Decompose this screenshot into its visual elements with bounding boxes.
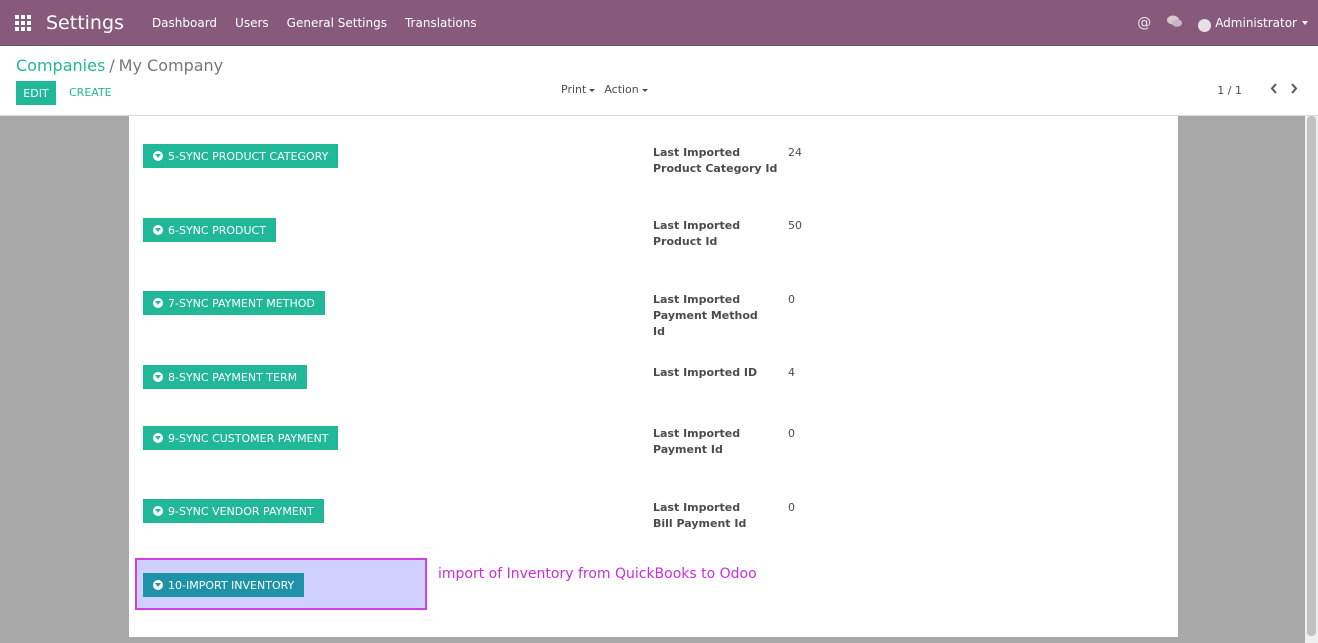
caret-down-icon [641, 88, 648, 92]
control-panel: Companies / My Company EDIT CREATE Print A… [0, 46, 1318, 116]
field-value: 0 [788, 501, 795, 514]
scrollbar-thumb[interactable] [1307, 116, 1316, 636]
download-icon [153, 151, 163, 161]
field-value: 4 [788, 366, 795, 379]
field-label: Last Imported ID [653, 366, 758, 379]
download-icon [153, 580, 163, 590]
print-dropdown[interactable]: Print [561, 83, 596, 96]
breadcrumb-companies[interactable]: Companies [16, 56, 105, 75]
sync-product-button[interactable]: 6-SYNC PRODUCT [143, 218, 276, 242]
field-label: Last Imported Payment Method Id [653, 293, 758, 338]
sync-payment-method-button[interactable]: 7-SYNC PAYMENT METHOD [143, 291, 325, 315]
user-avatar[interactable] [1198, 18, 1212, 32]
chevron-right-icon[interactable] [1290, 82, 1298, 98]
download-icon [153, 506, 163, 516]
action-dropdown[interactable]: Action [604, 83, 648, 96]
field-label: Last Imported Product Category Id [653, 146, 778, 175]
download-icon [153, 298, 163, 308]
chevron-down-icon[interactable] [1302, 21, 1308, 25]
chat-icon[interactable] [1167, 15, 1183, 32]
button-label: 5-SYNC PRODUCT CATEGORY [168, 149, 329, 163]
field-label: Last Imported Payment Id [653, 427, 741, 456]
field-value: 0 [788, 427, 795, 440]
button-label: 10-IMPORT INVENTORY [168, 578, 295, 592]
app-title: Settings [46, 11, 124, 34]
action-label: Action [604, 83, 639, 96]
button-label: 6-SYNC PRODUCT [168, 223, 266, 237]
chevron-left-icon[interactable] [1270, 82, 1278, 98]
sidebar-dropdowns: Print Action [561, 83, 657, 96]
button-label: 9-SYNC CUSTOMER PAYMENT [168, 431, 329, 445]
download-icon [153, 372, 163, 382]
button-label: 8-SYNC PAYMENT TERM [168, 370, 298, 384]
menu-users[interactable]: Users [235, 16, 269, 30]
pager-value[interactable]: 1 / 1 [1217, 84, 1242, 97]
user-menu[interactable]: Administrator [1215, 16, 1297, 30]
apps-grid-icon[interactable] [15, 14, 31, 31]
edit-button[interactable]: EDIT [16, 81, 56, 105]
annotation-text: import of Inventory from QuickBooks to O… [438, 566, 757, 582]
import-inventory-button[interactable]: 10-IMPORT INVENTORY [143, 573, 305, 597]
breadcrumb-current: My Company [118, 56, 224, 75]
sync-product-category-button[interactable]: 5-SYNC PRODUCT CATEGORY [143, 144, 339, 168]
field-value: 24 [788, 146, 802, 159]
field-label: Last Imported Bill Payment Id [653, 501, 747, 530]
button-label: 9-SYNC VENDOR PAYMENT [168, 504, 314, 518]
breadcrumb-separator: / [109, 56, 115, 75]
breadcrumb: Companies / My Company [16, 56, 223, 75]
sync-customer-payment-button[interactable]: 9-SYNC CUSTOMER PAYMENT [143, 426, 339, 450]
sync-payment-term-button[interactable]: 8-SYNC PAYMENT TERM [143, 365, 308, 389]
scrollbar[interactable] [1305, 116, 1318, 643]
menu-dashboard[interactable]: Dashboard [152, 16, 217, 30]
print-label: Print [561, 83, 587, 96]
field-value: 0 [788, 293, 795, 306]
download-icon [153, 225, 163, 235]
field-label: Last Imported Product Id [653, 219, 741, 248]
menu-translations[interactable]: Translations [405, 16, 477, 30]
pager: 1 / 1 [1217, 82, 1298, 98]
create-button[interactable]: CREATE [69, 86, 112, 99]
caret-down-icon [589, 88, 596, 92]
top-navbar: Settings Dashboard Users General Setting… [0, 0, 1318, 46]
download-icon [153, 433, 163, 443]
navbar-right: @ Administrator [1137, 0, 1308, 46]
mention-icon[interactable]: @ [1137, 15, 1151, 31]
menu-general-settings[interactable]: General Settings [287, 16, 387, 30]
sync-vendor-payment-button[interactable]: 9-SYNC VENDOR PAYMENT [143, 499, 324, 523]
button-label: 7-SYNC PAYMENT METHOD [168, 296, 315, 310]
field-value: 50 [788, 219, 802, 232]
